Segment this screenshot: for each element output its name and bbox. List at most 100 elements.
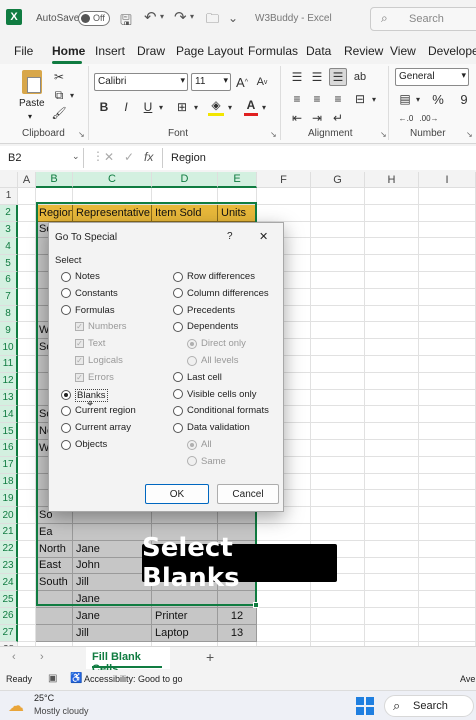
cell[interactable] — [419, 608, 476, 625]
cell[interactable] — [419, 221, 476, 239]
cell[interactable] — [311, 204, 365, 222]
cell[interactable] — [18, 221, 36, 239]
row-header[interactable]: 13 — [0, 389, 18, 407]
column-header-d[interactable]: D — [152, 172, 218, 188]
orientation-icon[interactable]: ab — [352, 68, 368, 86]
cell[interactable] — [419, 456, 476, 474]
cell[interactable] — [152, 188, 218, 205]
font-color-dropdown-icon[interactable]: ▾ — [260, 98, 268, 116]
cell[interactable] — [419, 188, 476, 205]
cell[interactable] — [419, 473, 476, 491]
increase-indent-icon[interactable]: ⇥ — [308, 110, 326, 126]
cell[interactable] — [18, 557, 36, 575]
accessibility-icon[interactable]: ♿ — [70, 673, 82, 684]
font-size-combo[interactable]: 11 ▾ — [191, 73, 231, 91]
column-header-c[interactable]: C — [73, 172, 152, 188]
align-right-icon[interactable]: ≡ — [329, 90, 347, 108]
tab-draw[interactable]: Draw — [137, 44, 165, 58]
cell[interactable] — [311, 221, 365, 239]
cell[interactable] — [18, 339, 36, 356]
cell[interactable] — [257, 204, 311, 222]
paste-button[interactable] — [18, 68, 46, 98]
cell[interactable]: Jane — [73, 608, 152, 625]
cell[interactable] — [365, 188, 419, 205]
redo-icon[interactable]: ↷ — [174, 8, 187, 26]
cell[interactable] — [311, 440, 365, 457]
option-last-cell[interactable]: Last cell — [173, 372, 222, 383]
cell[interactable] — [311, 255, 365, 272]
cell[interactable] — [311, 389, 365, 407]
cell[interactable] — [18, 272, 36, 289]
bold-button[interactable]: B — [96, 98, 112, 116]
tab-page-layout[interactable]: Page Layout — [176, 44, 243, 58]
row-header[interactable]: 3 — [0, 221, 18, 239]
cell[interactable] — [419, 204, 476, 222]
merge-dropdown-icon[interactable]: ▾ — [370, 90, 378, 108]
cell[interactable] — [152, 591, 218, 608]
undo-icon[interactable]: ↶ — [144, 8, 157, 26]
row-header[interactable]: 20 — [0, 507, 18, 524]
fill-color-dropdown-icon[interactable]: ▾ — [226, 98, 234, 116]
row-header[interactable]: 6 — [0, 272, 18, 289]
cell[interactable]: Jane — [73, 540, 152, 558]
cell[interactable] — [419, 423, 476, 440]
cell[interactable] — [36, 188, 73, 205]
cell[interactable] — [365, 356, 419, 373]
column-header-e[interactable]: E — [218, 172, 257, 188]
cell[interactable] — [365, 540, 419, 558]
row-header[interactable]: 18 — [0, 473, 18, 491]
header-cell[interactable]: Item Sold — [152, 204, 218, 222]
insert-function-icon[interactable]: fx — [144, 150, 153, 164]
cell[interactable] — [365, 524, 419, 541]
align-top-icon[interactable]: ☰ — [288, 68, 306, 86]
cell[interactable] — [36, 591, 73, 608]
alignment-launcher-icon[interactable]: ↘ — [380, 130, 387, 139]
tab-view[interactable]: View — [390, 44, 416, 58]
cut-icon[interactable]: ✂ — [52, 70, 66, 84]
decrease-indent-icon[interactable]: ⇤ — [288, 110, 306, 126]
cell[interactable]: North — [36, 540, 73, 558]
cell[interactable] — [419, 574, 476, 592]
option-dependents[interactable]: Dependents — [173, 321, 238, 332]
header-cell[interactable]: Representative — [73, 204, 152, 222]
name-box[interactable]: B2 ⌄ — [4, 148, 84, 168]
cell[interactable] — [365, 440, 419, 457]
row-header[interactable]: 11 — [0, 356, 18, 373]
cell[interactable] — [419, 356, 476, 373]
search-box[interactable]: ⌕ Search — [370, 7, 476, 31]
cell[interactable] — [311, 188, 365, 205]
cell[interactable] — [419, 389, 476, 407]
cell[interactable] — [257, 608, 311, 625]
cell[interactable] — [311, 490, 365, 508]
cell[interactable] — [18, 238, 36, 256]
cell[interactable] — [18, 389, 36, 407]
cell[interactable] — [419, 524, 476, 541]
cell[interactable] — [365, 305, 419, 323]
font-color-icon[interactable]: A — [244, 96, 258, 116]
cell[interactable] — [18, 423, 36, 440]
cell[interactable] — [419, 255, 476, 272]
cell[interactable] — [365, 591, 419, 608]
font-name-combo[interactable]: Calibri ▾ — [94, 73, 188, 91]
fill-handle[interactable] — [253, 602, 259, 608]
row-header[interactable]: 19 — [0, 490, 18, 508]
row-header[interactable]: 10 — [0, 339, 18, 356]
option-blanks[interactable]: Blanks — [61, 388, 108, 402]
formula-input[interactable]: Region — [162, 148, 472, 168]
cell[interactable] — [18, 255, 36, 272]
number-launcher-icon[interactable]: ↘ — [466, 130, 473, 139]
comma-style-button[interactable]: 9 — [456, 90, 472, 108]
cell[interactable] — [257, 188, 311, 205]
cell[interactable] — [419, 624, 476, 642]
cell[interactable] — [419, 288, 476, 306]
row-header[interactable]: 7 — [0, 288, 18, 306]
increase-decimal-icon[interactable]: ←.0 — [397, 110, 415, 126]
cell[interactable] — [311, 507, 365, 524]
option-constants[interactable]: Constants — [61, 288, 118, 299]
cell[interactable] — [311, 356, 365, 373]
column-header-a[interactable]: A — [18, 172, 36, 188]
cell[interactable]: South — [36, 574, 73, 592]
copy-icon[interactable]: ⧉ — [52, 88, 66, 102]
underline-dropdown-icon[interactable]: ▾ — [157, 98, 165, 116]
cell[interactable] — [218, 188, 257, 205]
